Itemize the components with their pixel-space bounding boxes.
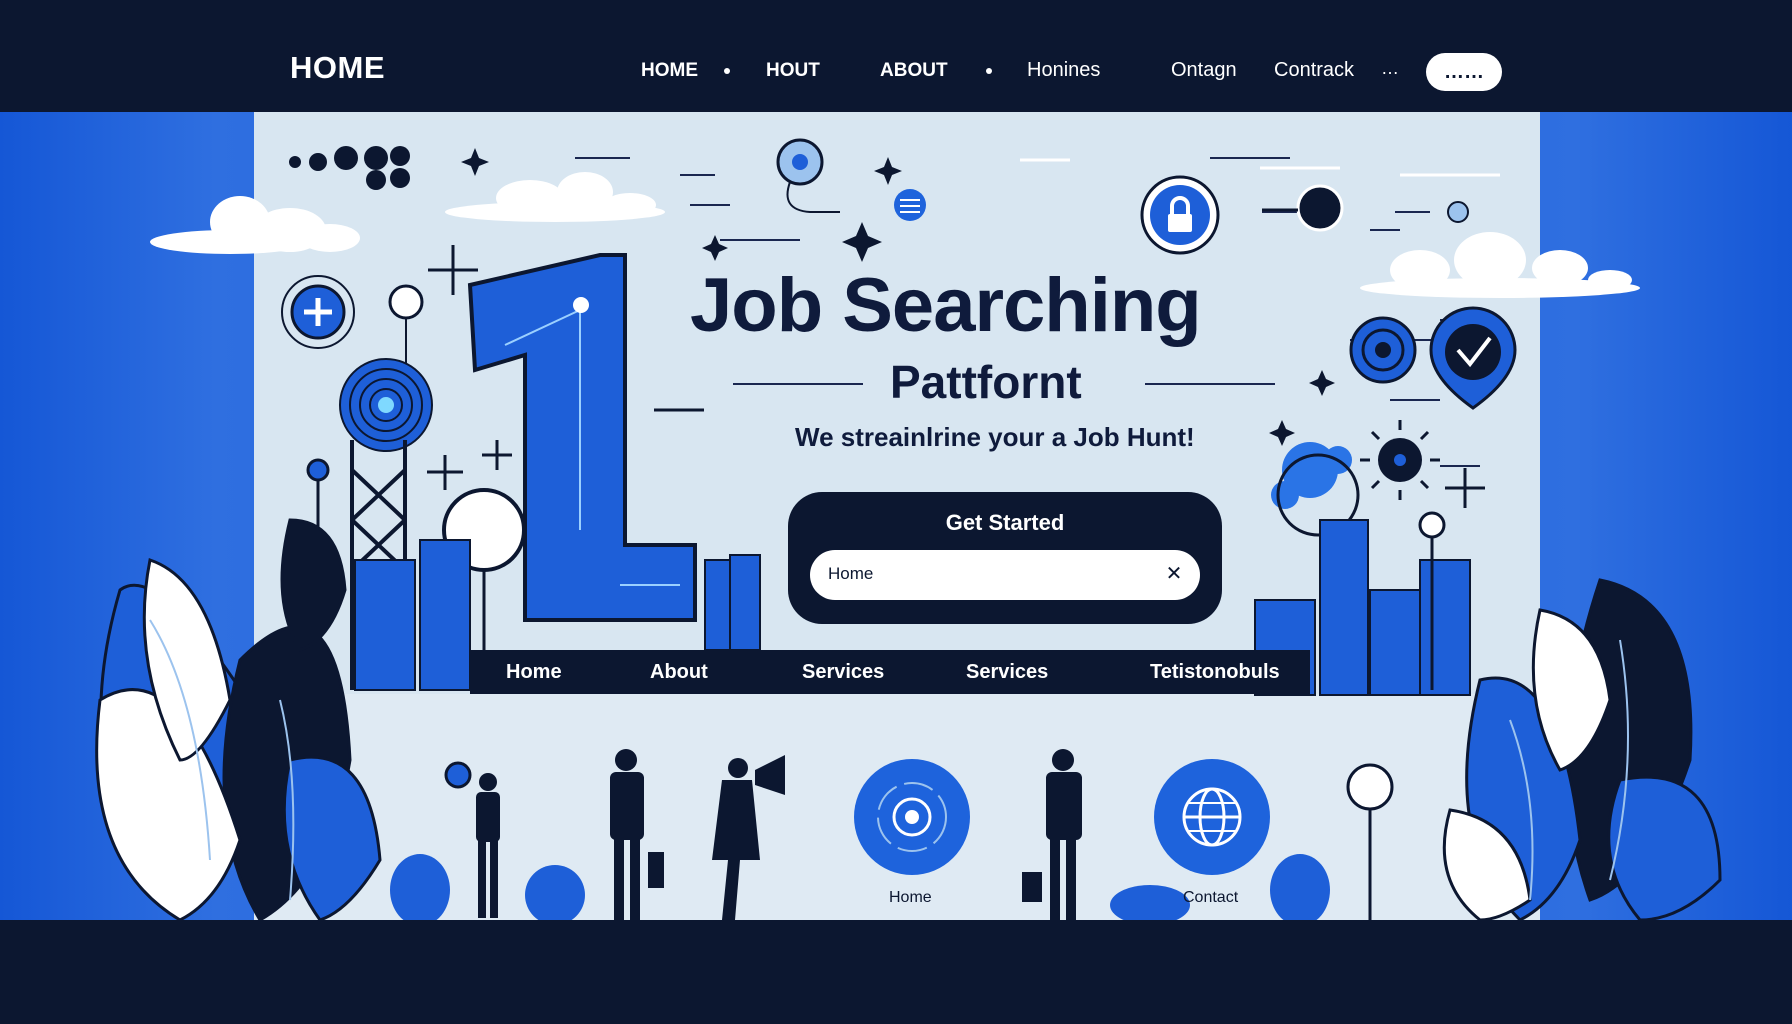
subnav-item-services-2[interactable]: Services (966, 661, 1048, 684)
search-field: ✕ (810, 550, 1200, 600)
subnav-item-services[interactable]: Services (802, 661, 884, 684)
search-input[interactable] (828, 564, 1148, 584)
hero-subtitle: Pattfornt (890, 356, 1082, 408)
menu-pill-button[interactable]: …… (1426, 53, 1502, 91)
hero-title: Job Searching (690, 263, 1202, 348)
nav-item-home[interactable]: HOME (641, 60, 698, 82)
get-started-button[interactable]: Get Started (788, 510, 1222, 536)
contact-circle-button[interactable] (1154, 759, 1270, 875)
home-circle-label: Home (889, 889, 932, 906)
lock-icon (1140, 175, 1220, 255)
divider (1145, 383, 1275, 385)
hero-tagline: We streainlrine your a Job Hunt! (795, 422, 1195, 452)
checkmark-pin-icon (1429, 306, 1517, 410)
target-icon (1349, 316, 1417, 384)
home-circle-button[interactable] (854, 759, 970, 875)
close-icon[interactable]: ✕ (1162, 562, 1186, 586)
nav-item-ontagn[interactable]: Ontagn (1171, 59, 1237, 82)
contact-circle-label: Contact (1183, 889, 1239, 906)
divider (733, 383, 863, 385)
nav-item-hout[interactable]: HOUT (766, 60, 820, 82)
footer-band (0, 920, 1792, 1024)
brand-logo[interactable]: HOME (290, 50, 385, 86)
nav-item-honines[interactable]: Honines (1027, 59, 1100, 82)
secondary-nav: Home About Services Services Tetistonobu… (470, 650, 1310, 694)
nav-separator-dot (724, 68, 730, 74)
more-icon[interactable]: … (1381, 58, 1399, 79)
search-card: Get Started ✕ (788, 492, 1222, 624)
subnav-item-home[interactable]: Home (506, 661, 562, 684)
target-icon (877, 782, 947, 852)
top-nav-bar: HOME HOME HOUT ABOUT Honines Ontagn Cont… (0, 0, 1792, 112)
subnav-item-testimonials[interactable]: Tetistonobuls (1150, 661, 1280, 684)
nav-item-contrack[interactable]: Contrack (1274, 59, 1354, 82)
globe-icon (1182, 787, 1242, 847)
nav-item-about[interactable]: ABOUT (880, 60, 948, 82)
nav-separator-dot (986, 68, 992, 74)
subnav-item-about[interactable]: About (650, 661, 708, 684)
